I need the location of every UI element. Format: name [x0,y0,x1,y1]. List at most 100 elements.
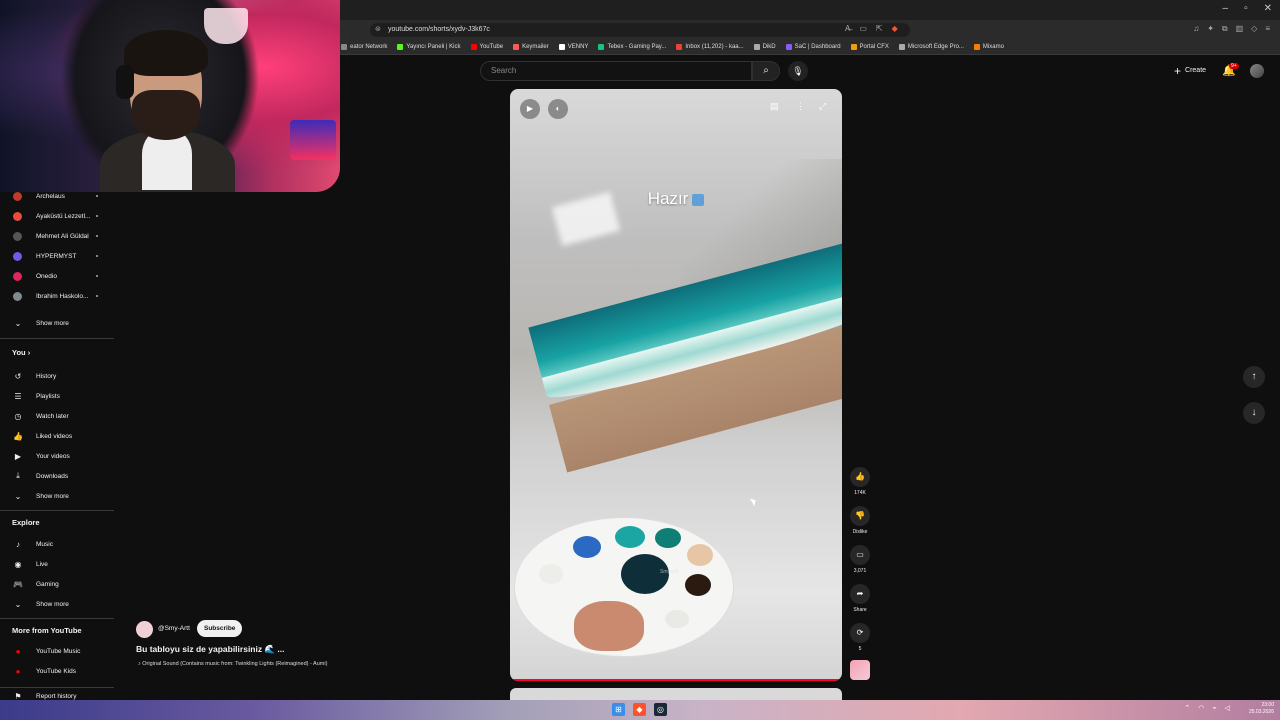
url-field[interactable]: ⊜ youtube.com/shorts/xydv-J3k67c [370,23,910,37]
bookmark-item[interactable]: Inbox (11,202) - kaa... [671,40,748,54]
next-short-preview[interactable] [510,688,842,700]
video-title[interactable]: Bu tabloyu siz de yapabilirsiniz 🌊 ... [136,644,285,655]
bookmark-item[interactable]: Tebex - Gaming Pay... [593,40,671,54]
channel-name[interactable]: @Smy-Artt [158,625,190,632]
bookmark-item[interactable]: Keymailer [508,40,554,54]
sidebar-item-music[interactable]: ♪ Music [0,534,118,554]
remix-icon[interactable]: ⟳ [850,623,870,643]
subscription-item[interactable]: Mehmet Ali Güldal [0,226,118,246]
sound-thumbnail[interactable] [850,660,870,680]
bookmark-item[interactable]: Yayıncı Paneli | Kick [392,40,465,54]
dislike-icon[interactable]: 👎 [850,506,870,526]
sidebar-item-label: History [36,372,57,380]
search-button[interactable]: ⌕ [752,61,780,81]
voice-search-button[interactable]: 🎙 [788,61,808,81]
bookmark-favicon-icon [898,44,905,50]
wallet-icon[interactable]: ◇ [1251,24,1257,34]
remix-action[interactable]: ⟳ 5 [850,623,870,652]
close-window-button[interactable]: ✕ [1264,3,1272,14]
previous-short-button[interactable]: ↑ [1243,366,1265,388]
windows-taskbar: ⊞ ◆ ◎ ⌃ ◠ ⌁ ◁ 23:00 25.03.2026 [0,700,1280,720]
dislike-action[interactable]: 👎 Dislike [850,506,870,535]
comments-action[interactable]: ▭ 3,071 [850,545,870,574]
clock-time: 23:00 [1261,702,1274,708]
sidebar-toggle-icon[interactable]: ▥ [1236,24,1244,34]
site-info-icon[interactable]: ⊜ [375,23,381,37]
extensions-icon[interactable]: ⧉ [1222,24,1228,34]
sidebar-item-live[interactable]: ◉ Live [0,554,118,574]
next-short-button[interactable]: ↓ [1243,402,1265,424]
music-extension-icon[interactable]: ♫ [1193,24,1199,34]
bookmark-item[interactable]: Mixamo [969,40,1009,54]
maximize-button[interactable]: ▫ [1244,3,1248,14]
bookmark-label: Tebex - Gaming Pay... [607,44,667,50]
account-avatar[interactable] [1250,64,1264,78]
sidebar-item-youtube-kids[interactable]: ● YouTube Kids [0,661,118,681]
bookmark-item[interactable]: DikD [749,40,781,54]
sidebar-item-gaming[interactable]: 🎮 Gaming [0,574,118,594]
sidebar-item-liked-videos[interactable]: 👍 Liked videos [0,426,118,446]
extension-icon[interactable]: ✦ [1207,24,1214,34]
volume-button[interactable]: ◐ [548,99,568,119]
sidebar-item-downloads[interactable]: ⤓ Downloads [0,466,118,486]
like-action[interactable]: 👍 174K [850,467,870,496]
volume-tray-icon[interactable]: ◁ [1225,704,1230,712]
sidebar-item-watch-later[interactable]: ◷ Watch later [0,406,118,426]
bookmark-item[interactable]: eator Network [336,40,392,54]
you-section-title[interactable]: You › [12,348,30,357]
bookmark-item[interactable]: Portal CFX [846,40,894,54]
taskbar-clock[interactable]: 23:00 25.03.2026 [1249,702,1274,716]
subscription-item[interactable]: Onedio [0,266,118,286]
you-show-more[interactable]: ⌄ Show more [0,486,118,506]
sidebar-item-your-videos[interactable]: ▶ Your videos [0,446,118,466]
bookmark-item[interactable]: Microsoft Edge Pro... [894,40,969,54]
ocean-painting [518,201,842,521]
search-input[interactable]: Search [480,61,752,81]
sidebar-item-history[interactable]: ↺ History [0,366,118,386]
subscribe-button[interactable]: Subscribe [197,620,243,637]
bookmark-item[interactable]: SaC | Dashboard [781,40,846,54]
play-button[interactable]: ▶ [520,99,540,119]
channel-avatar-icon [13,271,22,281]
brave-browser-icon[interactable]: ◆ [633,703,646,716]
bookmark-item[interactable]: VENNY [554,40,594,54]
shorts-video-player[interactable]: Hazır Smy.artt ▶ ◐ ▤ ⋮ ⤢ [510,89,842,681]
volume-icon: ◐ [555,104,561,113]
translate-icon[interactable]: A̶ [845,24,850,33]
fullscreen-icon[interactable]: ⤢ [819,101,826,112]
sound-attribution[interactable]: ♪ Original Sound (Contains music from: T… [138,661,327,667]
steam-icon[interactable]: ◎ [654,703,667,716]
chevron-down-icon: ⌄ [14,318,22,328]
progress-bar[interactable] [510,679,842,681]
sidebar-item-label: Music [36,540,53,548]
sidebar-item-playlists[interactable]: ☰ Playlists [0,386,118,406]
comment-icon[interactable]: ▭ [850,545,870,565]
menu-icon[interactable]: ≡ [1265,24,1270,34]
channel-avatar[interactable] [136,621,153,638]
subscription-item[interactable]: HYPERMYST [0,246,118,266]
new-content-dot [96,195,98,197]
create-button[interactable]: + Create [1166,61,1214,81]
music-icon: ♪ [16,539,20,549]
brave-shield-icon[interactable]: ◆ [892,24,898,33]
video-caption: Hazır [510,189,842,209]
minimize-button[interactable]: – [1223,3,1229,14]
like-icon[interactable]: 👍 [850,467,870,487]
headset-tray-icon[interactable]: ◠ [1198,704,1204,712]
sidebar-item-youtube-music[interactable]: ● YouTube Music [0,641,118,661]
share-page-icon[interactable]: ⇱ [876,24,883,33]
tray-chevron-icon[interactable]: ⌃ [1184,704,1190,712]
share-icon[interactable]: ➦ [850,584,870,604]
windows-start-icon[interactable]: ⊞ [612,703,625,716]
subscription-item[interactable]: Ayaküstü Lezzetl... [0,206,118,226]
install-icon[interactable]: ▭ [859,24,867,33]
subscriptions-show-more[interactable]: ⌄ Show more [0,313,118,333]
explore-show-more[interactable]: ⌄ Show more [0,594,118,614]
downloads-icon: ⤓ [16,471,20,480]
captions-icon[interactable]: ▤ [770,101,779,112]
share-action[interactable]: ➦ Share [850,584,870,613]
more-options-icon[interactable]: ⋮ [796,101,805,112]
network-icon[interactable]: ⌁ [1212,704,1216,712]
bookmark-item[interactable]: YouTube [466,40,509,54]
subscription-item[interactable]: İbrahim Haskolo... [0,286,118,306]
